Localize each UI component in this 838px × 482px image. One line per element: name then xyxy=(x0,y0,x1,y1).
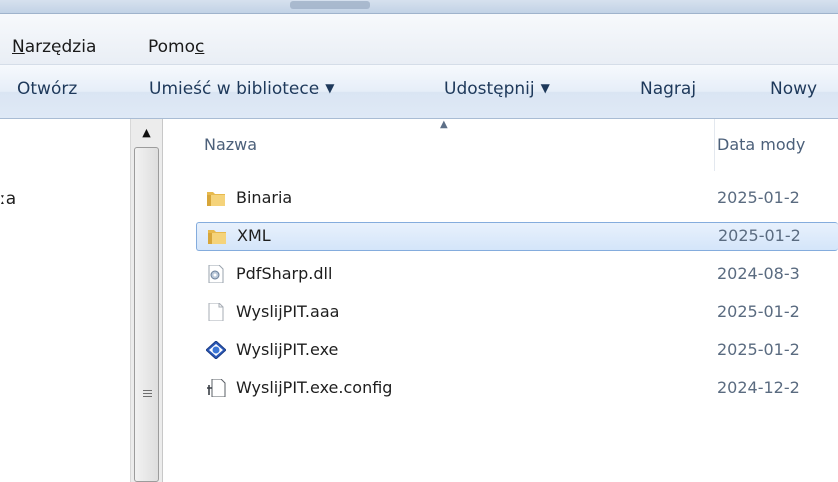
file-date: 2024-08-3 xyxy=(717,264,800,283)
menu-tools[interactable]: Narzędzia xyxy=(12,37,96,57)
folder-icon xyxy=(208,230,226,244)
window-frame-top xyxy=(0,0,838,14)
column-divider[interactable] xyxy=(714,119,715,171)
file-date: 2025-01-2 xyxy=(717,302,800,321)
menu-help[interactable]: Pomoc xyxy=(148,37,204,57)
include-in-library-button[interactable]: Umieść w bibliotece ▼ xyxy=(149,79,334,99)
file-row[interactable]: Binaria 2025-01-2 xyxy=(196,184,838,213)
chevron-down-icon: ▼ xyxy=(325,81,335,95)
nav-item-partial[interactable]: ːa xyxy=(0,189,16,209)
grip-icon xyxy=(143,390,152,399)
file-row[interactable]: WyslijPIT.aaa 2025-01-2 xyxy=(196,298,838,327)
config-file-icon xyxy=(207,379,226,397)
file-date: 2025-01-2 xyxy=(717,340,800,359)
file-row-selected[interactable]: XML 2025-01-2 xyxy=(196,222,838,251)
chevron-down-icon: ▼ xyxy=(540,81,550,95)
file-row[interactable]: WyslijPIT.exe.config 2024-12-2 xyxy=(196,374,838,403)
frame-highlight xyxy=(290,1,370,9)
navigation-pane: ːa xyxy=(0,119,130,482)
column-header-date[interactable]: Data mody xyxy=(717,135,805,154)
file-row[interactable]: WyslijPIT.exe 2025-01-2 xyxy=(196,336,838,365)
file-name: WyslijPIT.exe.config xyxy=(236,378,393,397)
app-exe-icon xyxy=(206,341,226,359)
file-date: 2024-12-2 xyxy=(717,378,800,397)
file-date: 2025-01-2 xyxy=(717,188,800,207)
file-row[interactable]: PdfSharp.dll 2024-08-3 xyxy=(196,260,838,289)
scroll-thumb[interactable] xyxy=(134,147,159,482)
file-name: PdfSharp.dll xyxy=(236,264,333,283)
blank-file-icon xyxy=(208,303,224,321)
command-bar: Otwórz Umieść w bibliotece ▼ Udostępnij ▼ … xyxy=(0,65,838,119)
column-header-name[interactable]: Nazwa xyxy=(204,135,257,154)
menu-bar: Narzędzia Pomoc xyxy=(0,14,838,65)
share-button[interactable]: Udostępnij ▼ xyxy=(444,79,550,99)
file-list-header: ▲ Nazwa Data mody xyxy=(164,119,838,171)
sort-ascending-icon: ▲ xyxy=(440,119,448,130)
burn-button[interactable]: Nagraj xyxy=(640,79,696,99)
scroll-up-arrow-icon[interactable]: ▲ xyxy=(131,119,162,145)
file-name: Binaria xyxy=(236,188,293,207)
nav-scrollbar[interactable]: ▲ xyxy=(130,119,163,482)
file-date: 2025-01-2 xyxy=(718,226,801,245)
file-name: XML xyxy=(237,226,271,245)
file-name: WyslijPIT.exe xyxy=(236,340,339,359)
folder-icon xyxy=(207,192,225,206)
file-name: WyslijPIT.aaa xyxy=(236,302,340,321)
dll-file-icon xyxy=(208,265,224,283)
open-button[interactable]: Otwórz xyxy=(17,79,77,99)
new-folder-button[interactable]: Nowy xyxy=(770,79,817,99)
